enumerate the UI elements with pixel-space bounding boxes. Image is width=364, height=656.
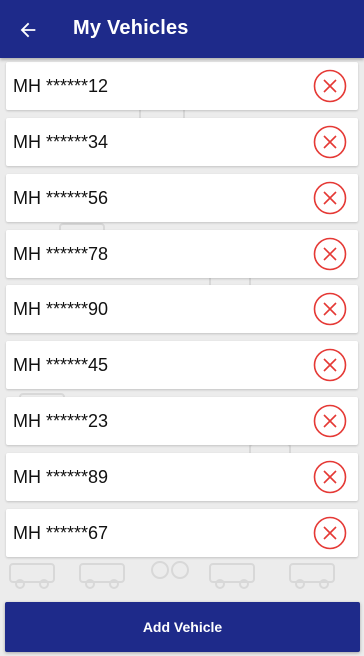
page-title: My Vehicles xyxy=(73,17,189,39)
close-circle-icon[interactable] xyxy=(313,460,347,494)
add-vehicle-button[interactable]: Add Vehicle xyxy=(5,602,360,652)
vehicle-plate: MH ******78 xyxy=(13,244,109,264)
vehicle-plate: MH ******23 xyxy=(13,411,109,431)
vehicle-card: MH ******89 xyxy=(6,453,358,501)
arrow-left-icon xyxy=(20,22,36,38)
vehicle-card: MH ******67 xyxy=(6,509,358,557)
vehicle-plate: MH ******67 xyxy=(13,523,109,543)
close-circle-icon[interactable] xyxy=(313,181,347,215)
vehicle-card: MH ******34 xyxy=(6,118,358,166)
back-button[interactable] xyxy=(12,14,44,46)
vehicle-plate: MH ******34 xyxy=(13,132,109,152)
close-circle-icon[interactable] xyxy=(313,516,347,550)
vehicle-plate: MH ******56 xyxy=(13,188,109,208)
app-bar: My Vehicles xyxy=(0,0,364,58)
vehicle-card: MH ******23 xyxy=(6,397,358,445)
vehicle-card: MH ******90 xyxy=(6,285,358,333)
vehicle-card: MH ******45 xyxy=(6,341,358,389)
vehicle-plate: MH ******45 xyxy=(13,355,109,375)
vehicle-card: MH ******56 xyxy=(6,174,358,222)
close-circle-icon[interactable] xyxy=(313,292,347,326)
vehicle-plate: MH ******89 xyxy=(13,467,109,487)
close-circle-icon[interactable] xyxy=(313,237,347,271)
vehicle-card: MH ******12 xyxy=(6,62,358,110)
close-circle-icon[interactable] xyxy=(313,404,347,438)
vehicle-card: MH ******78 xyxy=(6,230,358,278)
close-circle-icon[interactable] xyxy=(313,348,347,382)
close-circle-icon[interactable] xyxy=(313,69,347,103)
vehicle-plate: MH ******12 xyxy=(13,76,109,96)
close-circle-icon[interactable] xyxy=(313,125,347,159)
vehicle-plate: MH ******90 xyxy=(13,299,109,319)
